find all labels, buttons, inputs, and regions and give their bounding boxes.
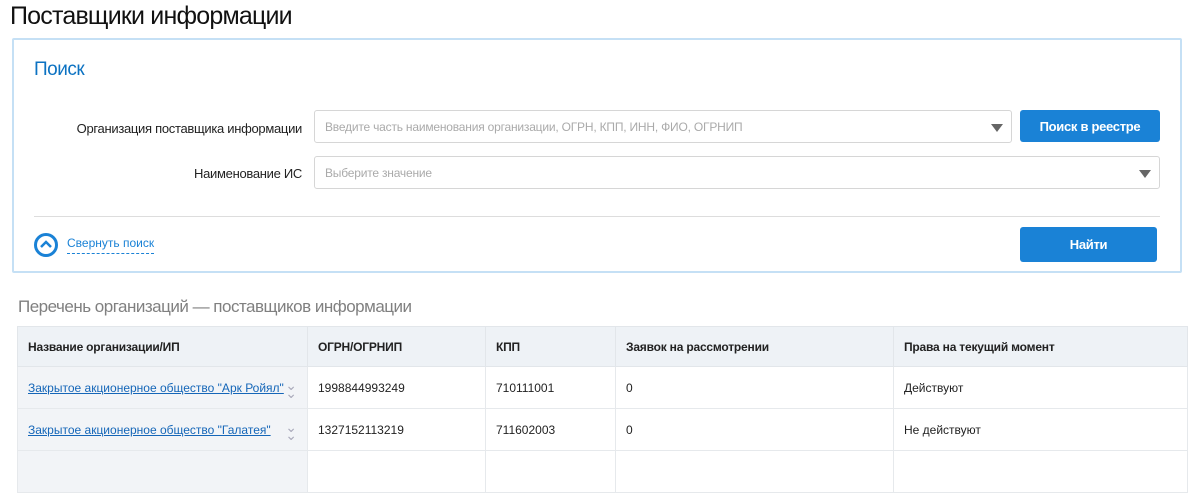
table-row: Закрытое акционерное общество "Арк Ройял… [17, 366, 1188, 409]
collapse-search-link[interactable]: Свернуть поиск [67, 236, 155, 254]
kpp-cell: 710111001 [485, 366, 616, 409]
requests-cell: 0 [615, 366, 894, 409]
find-button[interactable]: Найти [1020, 227, 1157, 262]
is-label: Наименование ИС [194, 166, 302, 181]
column-header[interactable]: Название организации/ИП [17, 326, 308, 367]
org-link[interactable]: Закрытое акционерное общество "Галатея" [28, 423, 271, 437]
kpp-cell: 711602003 [485, 408, 616, 451]
column-header[interactable]: КПП [485, 326, 616, 367]
is-select[interactable]: Выберите значение [314, 156, 1160, 189]
list-heading: Перечень организаций — поставщиков инфор… [18, 297, 412, 316]
org-link[interactable]: Закрытое акционерное общество "Арк Ройял… [28, 381, 284, 395]
divider [34, 216, 1160, 217]
requests-cell: 0 [615, 408, 894, 451]
dropdown-arrow-icon[interactable] [1139, 170, 1151, 178]
ogrn-cell: 1327152113219 [307, 408, 486, 451]
providers-table: Название организации/ИП ОГРН/ОГРНИП КПП … [17, 326, 1188, 493]
search-heading: Поиск [34, 59, 85, 80]
dropdown-arrow-icon[interactable] [991, 124, 1003, 132]
rights-cell: Не действуют [893, 408, 1188, 451]
column-header[interactable]: ОГРН/ОГРНИП [307, 326, 486, 367]
rights-cell: Действуют [893, 366, 1188, 409]
ogrn-cell: 1998844993249 [307, 366, 486, 409]
table-row-partial [17, 450, 1188, 493]
org-label: Организация поставщика информации [76, 121, 303, 136]
expand-chevron-icon[interactable]: ⌄ ⌄ [285, 378, 297, 400]
column-header[interactable]: Права на текущий момент [893, 326, 1188, 367]
expand-chevron-icon[interactable]: ⌄ ⌄ [285, 420, 297, 442]
is-placeholder: Выберите значение [325, 165, 432, 180]
registry-search-button[interactable]: Поиск в реестре [1020, 110, 1160, 142]
chevron-up-icon[interactable] [34, 233, 58, 257]
page-title: Поставщики информации [10, 2, 293, 30]
org-input[interactable]: Введите часть наименования организации, … [314, 110, 1012, 143]
column-header[interactable]: Заявок на рассмотрении [615, 326, 894, 367]
table-row: Закрытое акционерное общество "Галатея" ⌄… [17, 408, 1188, 451]
org-placeholder: Введите часть наименования организации, … [325, 119, 743, 134]
